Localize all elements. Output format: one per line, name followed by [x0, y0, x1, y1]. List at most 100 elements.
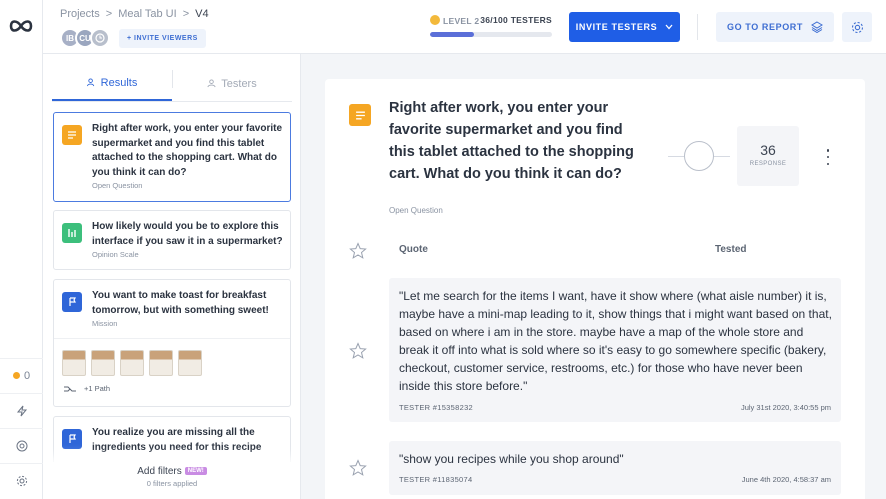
tester-id[interactable]: TESTER #11835074: [399, 475, 472, 484]
add-filters-label: Add filters: [137, 466, 182, 477]
response-count: 36 RESPONSE: [737, 126, 799, 186]
app-logo-icon[interactable]: [8, 16, 34, 36]
question-icon: [62, 429, 82, 449]
star-icon[interactable]: [349, 459, 367, 477]
go-to-report-label: GO TO REPORT: [726, 22, 804, 32]
invite-testers-label: INVITE TESTERS: [575, 22, 658, 32]
response-number: 36: [760, 142, 776, 158]
ring-line: [714, 156, 730, 157]
user-icon: [207, 79, 216, 88]
tab-results[interactable]: Results: [52, 66, 172, 101]
settings-item[interactable]: [0, 463, 43, 497]
gear-icon: [851, 21, 863, 33]
response-label: RESPONSE: [749, 161, 787, 167]
breadcrumb-separator: >: [105, 8, 113, 20]
quote-row[interactable]: "show you recipes while you shop around"…: [389, 441, 841, 495]
filters-applied: 0 filters applied: [146, 479, 198, 488]
breadcrumb-separator: >: [182, 8, 190, 20]
question-icon: [62, 292, 82, 312]
question-card[interactable]: Right after work, you enter your favorit…: [53, 112, 291, 202]
settings-button[interactable]: [842, 12, 872, 42]
tab-testers[interactable]: Testers: [172, 66, 292, 101]
text-lines-icon: [355, 111, 365, 119]
layers-icon: [811, 21, 823, 33]
gear-icon: [16, 475, 27, 486]
clock-icon: [95, 33, 105, 43]
level-progress-bar: [430, 32, 552, 37]
lifebuoy-icon: [16, 440, 27, 451]
divider: [697, 14, 698, 40]
chevron-down-icon: [665, 24, 673, 30]
question-type: Mission: [92, 319, 118, 328]
mission-icon: [69, 434, 76, 443]
users-icon: [86, 78, 94, 87]
breadcrumb-projects[interactable]: Projects: [60, 8, 100, 20]
question-card[interactable]: How likely would you be to explore this …: [53, 210, 291, 270]
notifications-count: 0: [23, 369, 31, 382]
lightning-item[interactable]: [0, 393, 43, 427]
scale-icon: [68, 229, 76, 237]
star-icon[interactable]: [349, 342, 367, 360]
tested-date: June 4th 2020, 4:58:37 am: [741, 475, 831, 484]
testers-count: 36/100 TESTERS: [480, 15, 552, 25]
top-bar: Projects > Meal Tab UI > V4 IB CU + INVI…: [43, 0, 886, 54]
level-label: LEVEL 2: [443, 16, 480, 26]
breadcrumb: Projects > Meal Tab UI > V4: [60, 8, 209, 20]
mission-path[interactable]: +1 Path: [64, 384, 110, 393]
trophy-icon: [430, 15, 440, 25]
question-type: Open Question: [389, 206, 443, 215]
new-badge: NEW!: [184, 467, 207, 475]
level-progress-fill: [430, 32, 474, 37]
screen-thumbnail[interactable]: [120, 350, 144, 376]
go-to-report-button[interactable]: GO TO REPORT: [716, 12, 834, 42]
question-icon: [62, 223, 82, 243]
column-quote: Quote: [399, 244, 428, 255]
path-icon: [64, 386, 76, 391]
notifications-item[interactable]: 0: [0, 358, 43, 392]
question-detail: Right after work, you enter your favorit…: [325, 79, 865, 499]
question-type: Open Question: [92, 181, 143, 190]
questions-panel: Results Testers Right after work, you en…: [43, 54, 301, 499]
breadcrumb-project[interactable]: Meal Tab UI: [118, 8, 177, 20]
question-title: Right after work, you enter your favorit…: [389, 100, 634, 182]
lightning-icon: [16, 405, 27, 416]
question-type: Opinion Scale: [92, 250, 139, 259]
question-text: You want to make toast for breakfast tom…: [92, 290, 269, 316]
viewer-avatars: IB CU + INVITE VIEWERS: [60, 28, 206, 48]
level-progress: LEVEL 2 36/100 TESTERS: [430, 15, 552, 37]
avatar[interactable]: [90, 28, 110, 48]
question-icon: [349, 104, 371, 126]
breadcrumb-version: V4: [195, 8, 209, 20]
screen-thumbnail[interactable]: [62, 350, 86, 376]
panel-tabs: Results Testers: [52, 66, 292, 102]
question-text: How likely would you be to explore this …: [92, 221, 283, 247]
screen-thumbnail[interactable]: [178, 350, 202, 376]
quote-text: "show you recipes while you shop around": [399, 452, 624, 466]
more-options-icon[interactable]: [825, 149, 831, 165]
help-item[interactable]: [0, 428, 43, 462]
tester-id[interactable]: TESTER #15358232: [399, 403, 473, 412]
notification-dot-icon: [12, 372, 20, 379]
column-tested: Tested: [715, 244, 747, 255]
quote-text: "Let me search for the items I want, hav…: [399, 289, 832, 393]
invite-viewers-button[interactable]: + INVITE VIEWERS: [119, 28, 206, 48]
screen-thumbnail[interactable]: [149, 350, 173, 376]
star-icon[interactable]: [349, 242, 367, 260]
question-icon: [62, 125, 82, 145]
invite-testers-button[interactable]: INVITE TESTERS: [569, 12, 680, 42]
text-lines-icon: [68, 131, 76, 139]
add-filters[interactable]: Add filters NEW! 0 filters applied: [43, 462, 300, 499]
level-label-wrap: LEVEL 2: [430, 15, 479, 26]
sentiment-ring-icon: [684, 141, 714, 171]
tested-date: July 31st 2020, 3:40:55 pm: [740, 403, 831, 412]
question-text: Right after work, you enter your favorit…: [92, 123, 283, 178]
mission-icon: [69, 297, 76, 306]
quote-row[interactable]: "Let me search for the items I want, hav…: [389, 278, 841, 422]
tab-results-label: Results: [100, 76, 138, 89]
question-card[interactable]: You want to make toast for breakfast tom…: [53, 279, 291, 407]
ring-line: [668, 156, 684, 157]
screen-thumbnail[interactable]: [91, 350, 115, 376]
divider: [54, 338, 290, 339]
tab-divider: [172, 70, 173, 88]
mission-screens: [62, 350, 202, 376]
